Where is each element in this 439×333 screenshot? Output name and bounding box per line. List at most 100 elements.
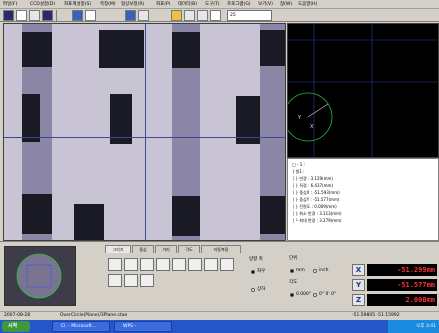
axis-group-label: 방향 축 — [249, 257, 263, 262]
graphics-view[interactable]: Y X — [287, 23, 439, 158]
status-coordinates: -51.59805 -51.15992 — [352, 313, 400, 318]
camera-dark-region — [22, 32, 52, 67]
monitor-icon[interactable] — [210, 10, 221, 21]
image-icon[interactable] — [16, 10, 27, 21]
tree-item[interactable]: │ ├ 진원도 : 0.009(mm) — [292, 203, 337, 210]
measured-circle — [288, 92, 333, 142]
target-tool-icon[interactable] — [140, 274, 154, 287]
svg-text:Y: Y — [297, 115, 302, 121]
curve-tool-icon[interactable] — [188, 258, 202, 271]
angle-dms-radio[interactable] — [313, 293, 317, 297]
capture-icon[interactable] — [85, 10, 96, 21]
back-icon[interactable] — [125, 10, 136, 21]
menu-coordinate-setup[interactable]: 좌표계설정(S) — [64, 1, 91, 8]
x-axis-button[interactable]: X — [352, 264, 365, 276]
option-1-label: 좌우 — [257, 269, 266, 274]
menu-data[interactable]: 데이터(B) — [178, 1, 197, 8]
angle-deg-radio[interactable] — [290, 293, 294, 297]
menu-view[interactable]: 보기(V) — [258, 1, 273, 8]
tree-item[interactable]: │ ├ 중심Y : -51.577(mm) — [292, 196, 339, 203]
option-1-radio[interactable] — [251, 270, 255, 274]
tab-center[interactable]: 중심 — [132, 245, 154, 253]
menu-measure[interactable]: 측정(M) — [100, 1, 116, 8]
task-button-2[interactable]: WPS - — [114, 321, 172, 332]
start-button[interactable]: 시작 — [2, 321, 30, 332]
tab-angle[interactable]: 각도 — [178, 245, 200, 253]
menu-ccd[interactable]: CCD설정(D) — [30, 1, 55, 8]
chart-icon[interactable] — [42, 10, 53, 21]
circle-3point-icon[interactable] — [140, 258, 154, 271]
save-icon[interactable] — [3, 10, 14, 21]
menu-coordinates[interactable]: 좌표(P) — [156, 1, 171, 8]
option-2-label: 상하 — [257, 287, 266, 292]
settings-icon[interactable] — [197, 10, 208, 21]
magnification-select[interactable]: 25 — [227, 10, 272, 21]
angle-dms-label: 0° 0' 0" — [319, 292, 337, 297]
tab-distance[interactable]: 거리 — [155, 245, 177, 253]
measurement-tree: □ - 1 : ├ 원1 : │ ├ 반경 : 3.129(mm) │ ├ 직경… — [287, 158, 439, 241]
circle-tool-icon[interactable] — [124, 258, 138, 271]
status-date: 2007-08-28 — [4, 313, 31, 318]
option-2-radio[interactable] — [251, 288, 255, 292]
camera-dark-region — [172, 32, 200, 68]
camera-bright-column — [4, 24, 22, 240]
tree-item[interactable]: │ ├ 직경 : 6.437(mm) — [292, 182, 333, 189]
camera-dark-region — [99, 30, 144, 68]
camera-dark-region — [172, 196, 200, 236]
y-readout: -51.577mm — [367, 279, 437, 291]
forward-icon[interactable] — [138, 10, 149, 21]
camera-dark-region — [22, 94, 40, 142]
menu-file[interactable]: 파일(F) — [3, 1, 17, 8]
tree-item[interactable]: │ ├ 중심X : -51.593(mm) — [292, 189, 340, 196]
overview-thumbnail[interactable] — [4, 246, 76, 306]
camera-dark-region — [260, 196, 285, 234]
z-axis-button[interactable]: Z — [352, 294, 365, 306]
camera-dark-region — [22, 194, 52, 234]
pointer-tool-icon[interactable] — [108, 274, 122, 287]
x-readout: -51.299mm — [367, 264, 437, 276]
camera-view[interactable] — [3, 23, 286, 241]
ellipse-tool-icon[interactable] — [172, 258, 186, 271]
tree-item[interactable]: │ ├ 반경 : 3.129(mm) — [292, 175, 333, 182]
system-tray-clock: 오후 3:41 — [388, 320, 439, 333]
circle-fit-icon[interactable] — [204, 258, 218, 271]
crosshair-vertical — [145, 24, 146, 240]
graphics-canvas: Y X — [288, 24, 438, 157]
task-button-1[interactable]: Cl. - Microsoft... — [52, 321, 110, 332]
menu-help[interactable]: 도움말(H) — [298, 1, 317, 8]
tree-item[interactable]: │ └ 최대 반경 : 3.279(mm) — [292, 217, 342, 224]
unit-mm-label: mm — [296, 268, 305, 273]
light-icon[interactable] — [171, 10, 182, 21]
menu-program[interactable]: 프로그램(G) — [227, 1, 251, 8]
camera-dark-region — [74, 204, 104, 240]
ring-tool-icon[interactable] — [220, 258, 234, 271]
taskbar: 시작 Cl. - Microsoft... WPS - 오후 3:41 — [0, 320, 439, 333]
bottom-panel: 그리기 중심 거리 각도 자동측정 방향 축 좌우 상하 단위 mm inch … — [0, 241, 439, 311]
unit-inch-label: inch — [319, 268, 329, 273]
tab-auto-measure[interactable]: 자동측정 — [201, 245, 241, 253]
camera-dark-region — [260, 30, 285, 66]
menu-window[interactable]: 창(W) — [280, 1, 292, 8]
thumbnail-canvas — [5, 247, 75, 305]
menu-tools[interactable]: 도구(T) — [205, 1, 220, 8]
arc-tool-icon[interactable] — [156, 258, 170, 271]
angle-group-label: 각도 — [289, 280, 298, 285]
menu-bar: 파일(F) CCD설정(D) 좌표계설정(S) 측정(M) 형상보정(R) 좌표… — [0, 0, 439, 9]
angle-deg-label: 0.000° — [296, 292, 312, 297]
camera-icon[interactable] — [72, 10, 83, 21]
line-tool-icon[interactable] — [108, 258, 122, 271]
zoom-icon[interactable] — [184, 10, 195, 21]
y-axis-button[interactable]: Y — [352, 279, 365, 291]
menu-shape-correction[interactable]: 형상보정(R) — [121, 1, 144, 8]
tree-item[interactable]: □ - 1 : — [292, 161, 305, 168]
tab-draw[interactable]: 그리기 — [105, 245, 131, 253]
unit-inch-radio[interactable] — [313, 269, 317, 273]
unit-mm-radio[interactable] — [290, 269, 294, 273]
grid-tool-icon[interactable] — [124, 274, 138, 287]
tree-item[interactable]: ├ 원1 : — [292, 168, 305, 175]
tree-item[interactable]: │ ├ 최소 반경 : 3.113(mm) — [292, 210, 342, 217]
status-bar: 2007-08-28 OverCircle(Plane)/3Plane.ctae… — [0, 311, 439, 320]
measure-icon[interactable] — [29, 10, 40, 21]
toolbar-separator — [56, 10, 57, 21]
toolbar: 25 — [0, 9, 439, 22]
